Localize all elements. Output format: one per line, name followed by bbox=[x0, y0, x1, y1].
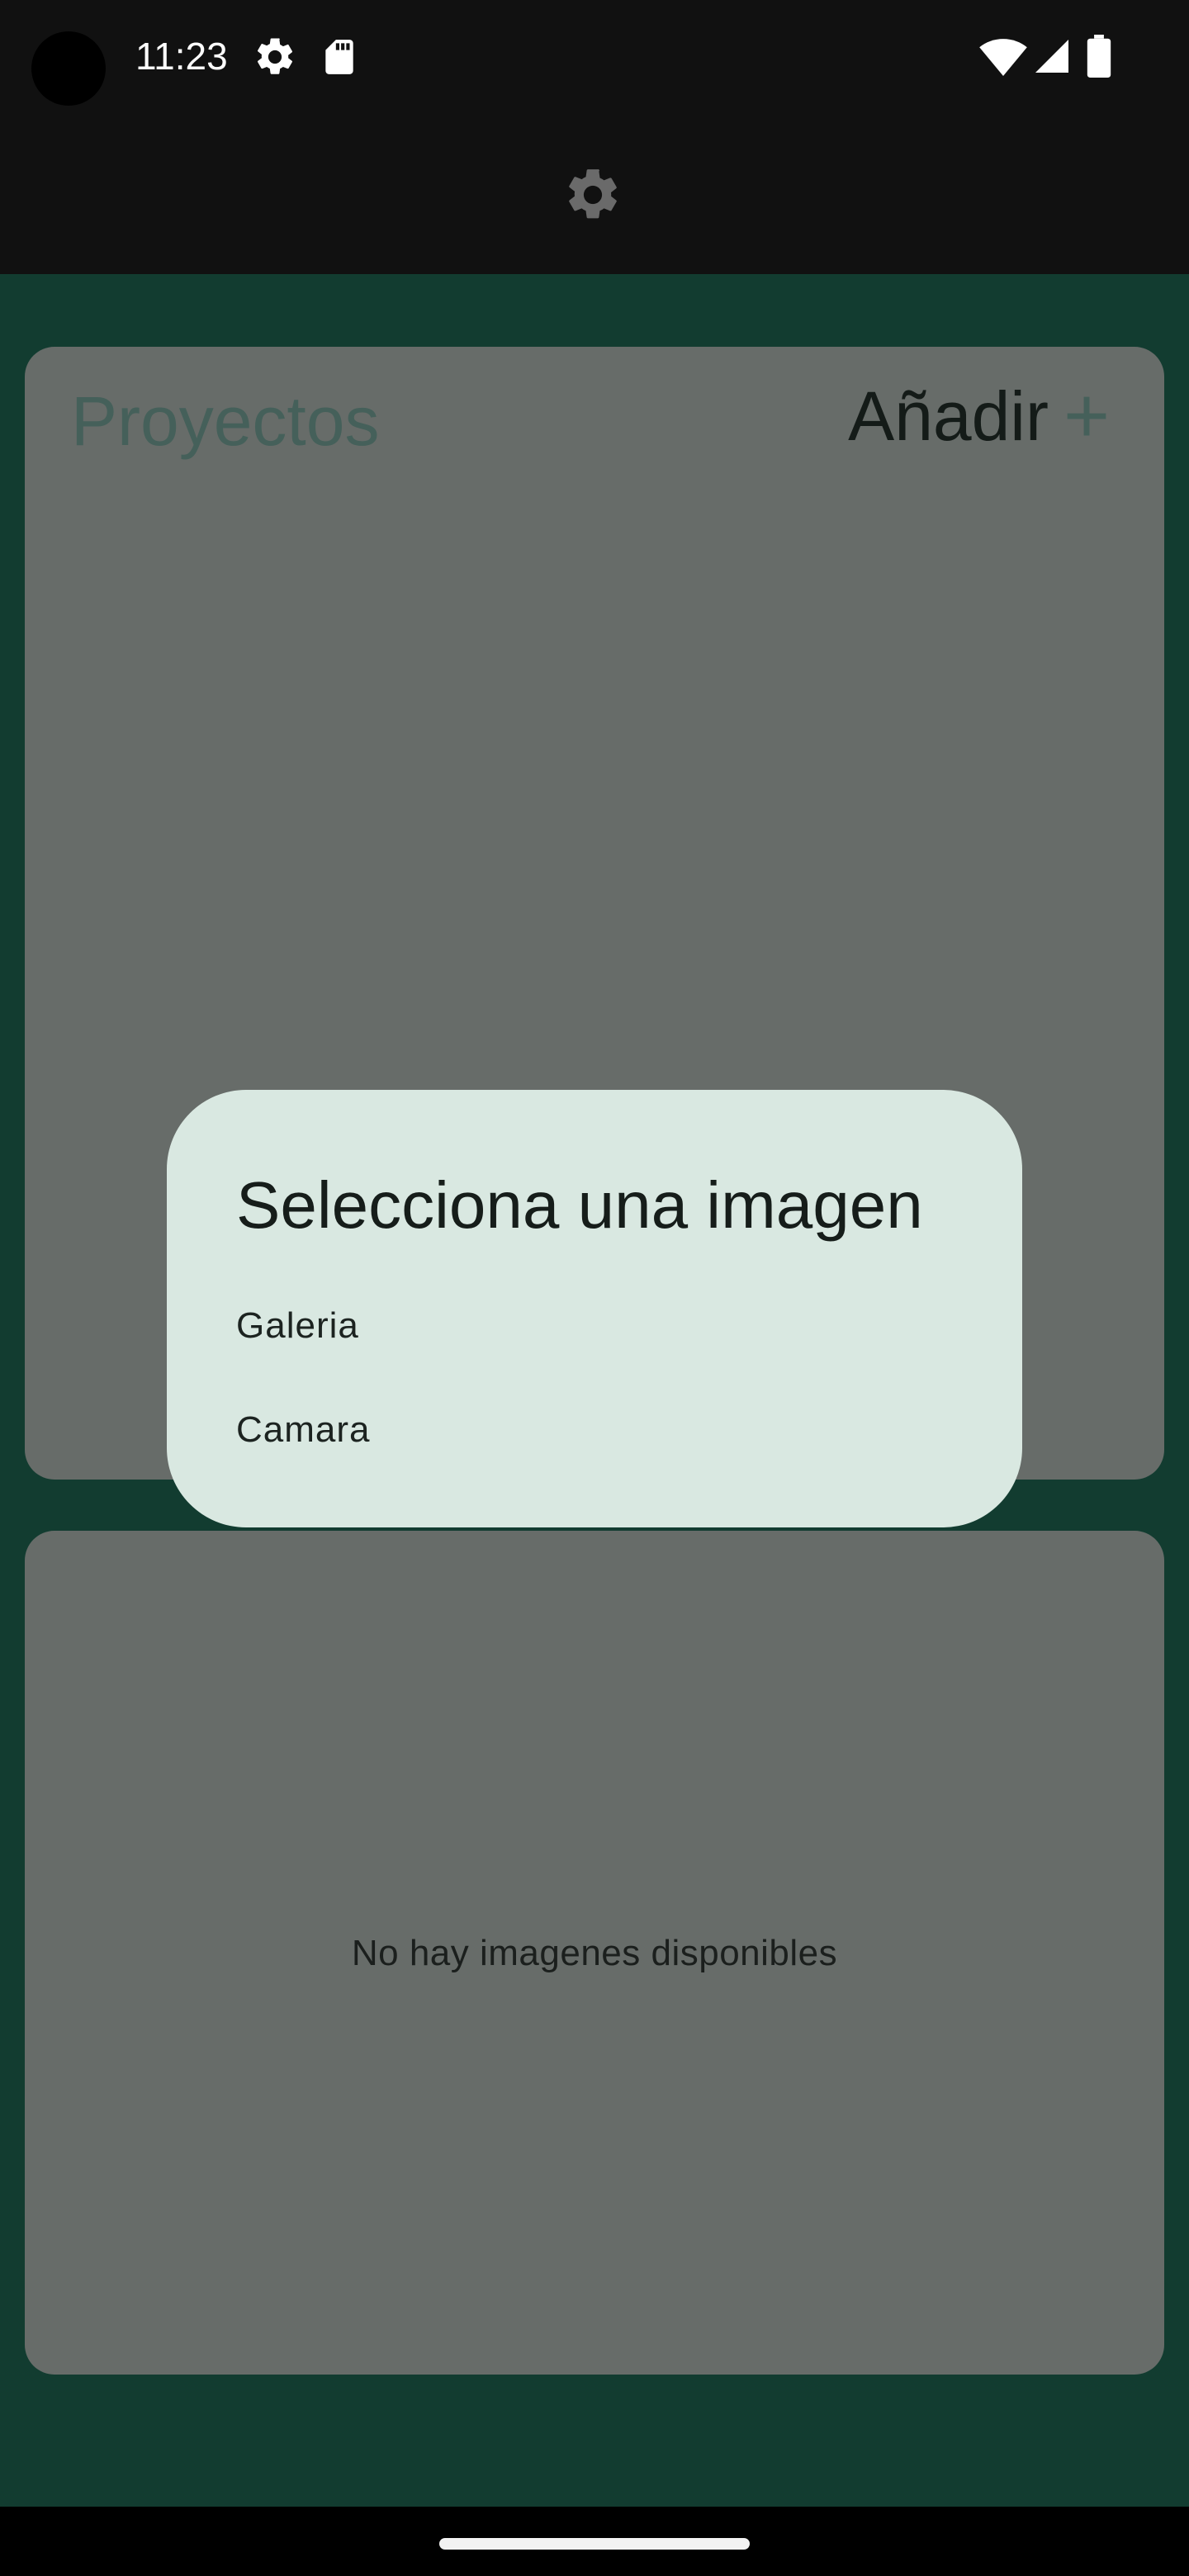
sd-card-icon bbox=[319, 35, 360, 83]
gear-icon bbox=[562, 164, 623, 230]
camera-option[interactable]: Camara bbox=[236, 1407, 371, 1453]
empty-images-message: No hay imagenes disponibles bbox=[351, 1933, 838, 1973]
home-gesture-handle[interactable] bbox=[439, 2538, 750, 2550]
add-project-button[interactable]: Añadir + bbox=[848, 375, 1110, 457]
battery-icon bbox=[1087, 35, 1111, 82]
select-image-dialog: Selecciona una imagen Galeria Camara bbox=[167, 1090, 1022, 1527]
status-time: 11:23 bbox=[135, 35, 228, 78]
status-bar: 11:23 bbox=[0, 0, 1189, 116]
projects-title: Proyectos bbox=[71, 382, 380, 460]
gallery-option[interactable]: Galeria bbox=[236, 1303, 359, 1349]
plus-icon: + bbox=[1063, 372, 1110, 460]
front-camera-cutout bbox=[31, 31, 106, 106]
signal-icon bbox=[1032, 36, 1072, 80]
navigation-bar bbox=[0, 2507, 1189, 2576]
settings-button[interactable] bbox=[561, 165, 624, 228]
settings-gear-icon bbox=[253, 35, 297, 83]
app-bar bbox=[0, 116, 1189, 274]
add-label: Añadir bbox=[848, 377, 1049, 455]
wifi-icon bbox=[979, 36, 1027, 80]
dialog-title: Selecciona una imagen bbox=[236, 1168, 923, 1242]
images-card: No hay imagenes disponibles bbox=[25, 1531, 1164, 2375]
